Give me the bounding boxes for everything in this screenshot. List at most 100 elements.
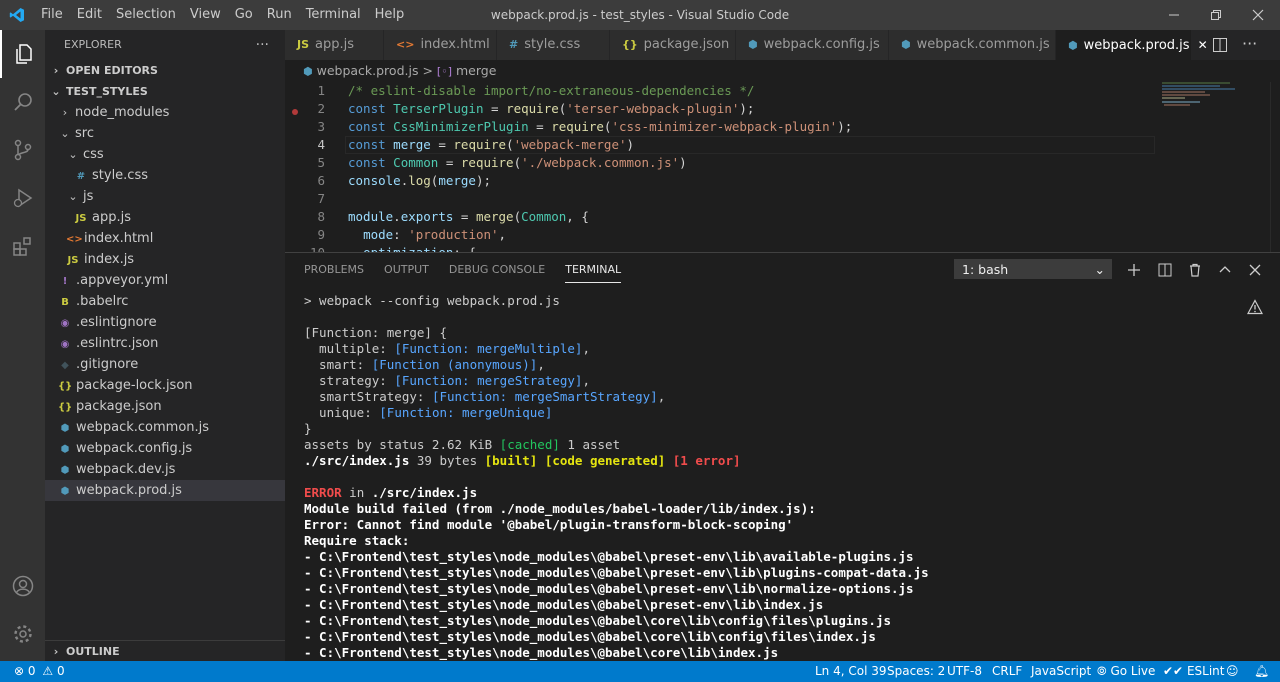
editor-tabs: JS app.js <> index.html # style.css {} packa… (285, 30, 1280, 60)
project-label: TEST_STYLES (66, 85, 148, 98)
tab-style-css[interactable]: # style.css (497, 30, 610, 60)
tab-webpack-common[interactable]: ⬢ webpack.common.js (889, 30, 1056, 60)
more-actions-button[interactable]: ··· (256, 30, 269, 60)
menu-file[interactable]: File (34, 0, 70, 30)
tree-item-eslintignore[interactable]: ◉ .eslintignore (45, 312, 285, 333)
kill-terminal-button[interactable] (1184, 259, 1206, 281)
language-mode[interactable]: JavaScript (1031, 661, 1091, 682)
restore-button[interactable] (1196, 0, 1236, 30)
close-window-button[interactable] (1238, 0, 1278, 30)
tab-terminal[interactable]: TERMINAL (565, 253, 621, 287)
feedback-icon[interactable]: ☺ (1226, 661, 1239, 682)
menu-edit[interactable]: Edit (70, 0, 109, 30)
end-of-line[interactable]: CRLF (992, 661, 1022, 682)
warning-icon[interactable] (1246, 299, 1264, 319)
split-editor-button[interactable] (1212, 37, 1228, 57)
tree-item-package-lock[interactable]: {} package-lock.json (45, 375, 285, 396)
tree-item-webpack-config[interactable]: ⬢ webpack.config.js (45, 438, 285, 459)
menu-run[interactable]: Run (260, 0, 299, 30)
js-file-icon: JS (67, 255, 79, 266)
tree-item-eslintrc[interactable]: ◉ .eslintrc.json (45, 333, 285, 354)
editor-more-button[interactable]: ··· (1242, 34, 1257, 53)
tree-item-webpack-dev[interactable]: ⬢ webpack.dev.js (45, 459, 285, 480)
webpack-file-icon: ⬢ (748, 38, 758, 51)
encoding[interactable]: UTF-8 (947, 661, 982, 682)
activity-manage[interactable] (0, 610, 45, 658)
menu-selection[interactable]: Selection (109, 0, 183, 30)
tree-item-index-js[interactable]: JS index.js (45, 249, 285, 270)
tab-webpack-prod[interactable]: ⬢ webpack.prod.js ✕ (1056, 30, 1208, 60)
project-section[interactable]: ⌄ TEST_STYLES (45, 81, 285, 103)
problems-status[interactable]: ⊗ 0 ⚠ 0 (14, 661, 65, 682)
activity-run-debug[interactable] (0, 174, 45, 222)
menu-view[interactable]: View (183, 0, 228, 30)
open-editors-section[interactable]: › OPEN EDITORS (45, 60, 285, 82)
tree-item-app-js[interactable]: JS app.js (45, 207, 285, 228)
tree-item-label: .babelrc (76, 294, 129, 309)
activity-search[interactable] (0, 78, 45, 126)
tab-package-json[interactable]: {} package.json (610, 30, 736, 60)
eslint-file-icon: ◉ (60, 339, 70, 350)
outline-section[interactable]: › OUTLINE (45, 640, 285, 663)
activity-accounts[interactable] (0, 562, 45, 610)
activity-extensions[interactable] (0, 222, 45, 270)
minimize-button[interactable] (1154, 0, 1194, 30)
close-panel-button[interactable] (1244, 259, 1266, 281)
terminal-line: multiple: [Function: mergeMultiple], (304, 341, 590, 356)
menu-help[interactable]: Help (368, 0, 412, 30)
tree-item-js[interactable]: ⌄ js (45, 186, 285, 207)
extensions-icon (12, 237, 31, 256)
tab-index-html[interactable]: <> index.html (384, 30, 497, 60)
line-number: 7 (317, 191, 325, 206)
cursor-position[interactable]: Ln 4, Col 39 (815, 661, 887, 682)
close-tab-icon[interactable]: ✕ (1198, 38, 1208, 52)
tree-item-label: package-lock.json (76, 378, 193, 393)
tree-item-webpack-common[interactable]: ⬢ webpack.common.js (45, 417, 285, 438)
terminal-select[interactable]: 1: bash ⌄ (954, 259, 1112, 279)
tree-item-appveyor[interactable]: ! .appveyor.yml (45, 270, 285, 291)
html-file-icon: <> (66, 234, 83, 245)
tab-app-js[interactable]: JS app.js (285, 30, 384, 60)
terminal-output[interactable]: > webpack --config webpack.prod.js [Func… (304, 293, 929, 661)
tree-item-index-html[interactable]: <>index.html (45, 228, 285, 249)
tab-problems[interactable]: PROBLEMS (304, 253, 364, 287)
tree-item-webpack-prod[interactable]: ⬢ webpack.prod.js (45, 480, 285, 501)
breadcrumb-file[interactable]: webpack.prod.js (317, 63, 419, 78)
tree-item-gitignore[interactable]: ◆ .gitignore (45, 354, 285, 375)
code-editor[interactable]: 1 2 3 4 5 6 7 8 9 10 /* eslint-disable i… (285, 82, 1280, 252)
tree-item-babelrc[interactable]: B .babelrc (45, 291, 285, 312)
tree-item-css[interactable]: ⌄ css (45, 144, 285, 165)
tree-item-package-json[interactable]: {} package.json (45, 396, 285, 417)
tree-item-node-modules[interactable]: › node_modules (45, 102, 285, 123)
warning-icon: ⚠ (42, 664, 54, 678)
json-file-icon: {} (622, 38, 638, 51)
indentation[interactable]: Spaces: 2 (887, 661, 945, 682)
tab-webpack-config[interactable]: ⬢ webpack.config.js (736, 30, 889, 60)
activity-explorer[interactable] (0, 30, 45, 78)
editor-scrollbar[interactable] (1270, 82, 1280, 252)
bell-icon[interactable]: 🔔︎ (1254, 661, 1269, 682)
css-file-icon: # (76, 171, 86, 182)
error-icon: ⊗ (14, 664, 25, 678)
terminal-line: - C:\Frontend\test_styles\node_modules\@… (304, 565, 929, 580)
tab-debug-console[interactable]: DEBUG CONSOLE (449, 253, 545, 287)
minimap[interactable] (1160, 82, 1260, 110)
menu-go[interactable]: Go (228, 0, 260, 30)
line-number: 3 (317, 119, 325, 134)
eslint-status[interactable]: ✔✔ ESLint (1163, 661, 1224, 682)
menu-terminal[interactable]: Terminal (299, 0, 368, 30)
tree-item-src[interactable]: ⌄ src (45, 123, 285, 144)
breadcrumb-symbol[interactable]: merge (456, 63, 496, 78)
split-terminal-button[interactable] (1154, 259, 1176, 281)
maximize-panel-button[interactable] (1214, 259, 1236, 281)
tree-item-style-css[interactable]: # style.css (45, 165, 285, 186)
broadcast-icon: ⦾ (1097, 664, 1107, 678)
tree-item-label: webpack.config.js (76, 441, 193, 456)
tab-label: webpack.common.js (916, 37, 1050, 52)
activity-source-control[interactable] (0, 126, 45, 174)
tab-output[interactable]: OUTPUT (384, 253, 429, 287)
go-live-button[interactable]: ⦾ Go Live (1097, 661, 1155, 682)
new-terminal-button[interactable] (1123, 259, 1145, 281)
bottom-panel: PROBLEMS OUTPUT DEBUG CONSOLE TERMINAL 1… (285, 252, 1280, 662)
